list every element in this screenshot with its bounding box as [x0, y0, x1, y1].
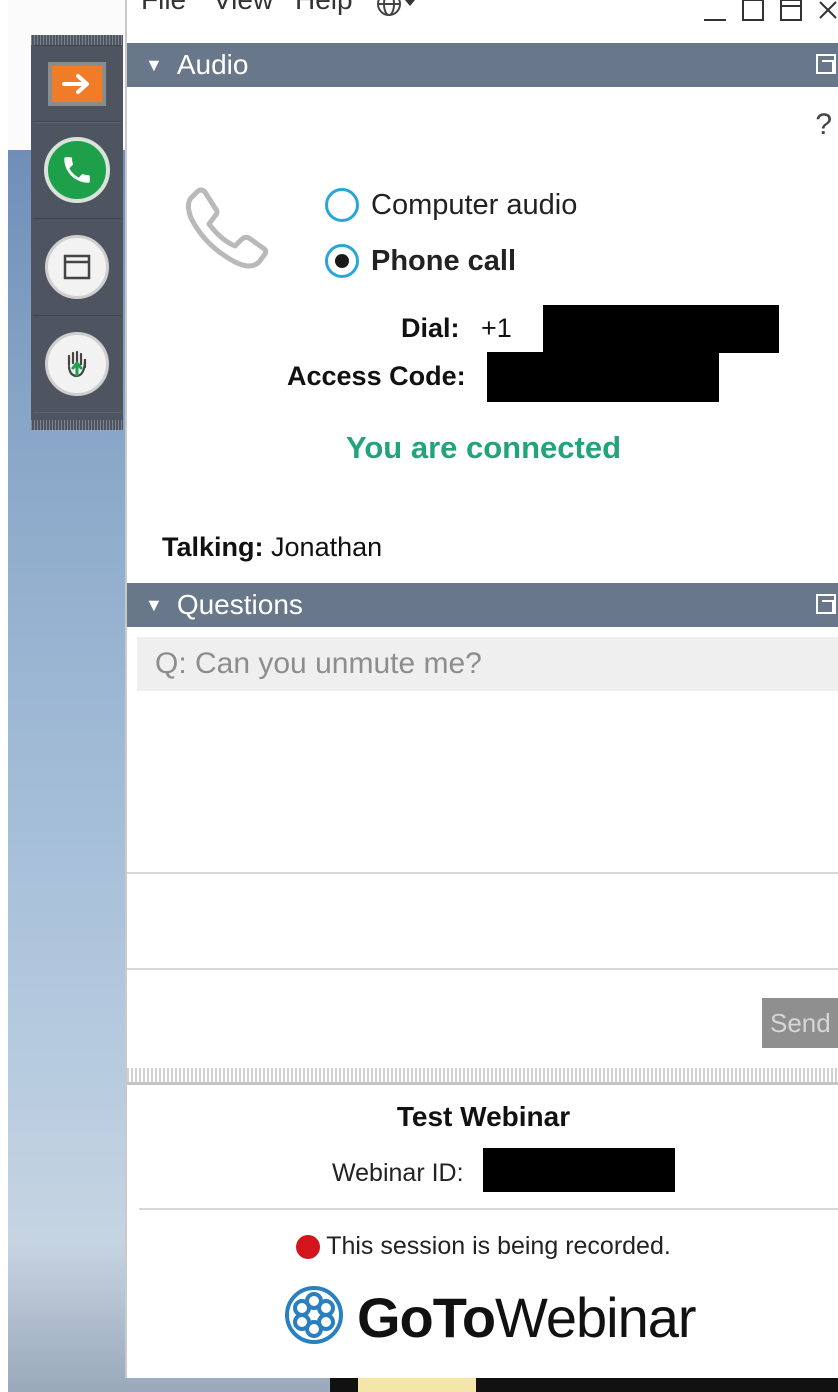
connection-status: You are connected: [345, 430, 622, 465]
recording-notice: This session is being recorded.: [127, 1232, 838, 1261]
collapse-caret-icon[interactable]: ▼: [145, 595, 163, 616]
minimize-icon[interactable]: [702, 0, 728, 30]
close-icon[interactable]: [816, 0, 838, 30]
session-info-footer: Test Webinar Webinar ID: This session is…: [127, 1085, 838, 1378]
help-icon[interactable]: ?: [815, 108, 832, 142]
control-panel-strip: [31, 35, 123, 430]
brand-wordmark: GoToWebinar: [357, 1286, 697, 1349]
resize-handle[interactable]: [127, 1068, 838, 1085]
phone-icon: [44, 137, 110, 203]
menu-view[interactable]: View: [213, 0, 273, 16]
arrow-right-icon: [48, 62, 106, 106]
menu-bar: File View Help: [127, 0, 838, 42]
snowflake-logo-icon: [285, 1286, 343, 1349]
access-code-row: Access Code:: [287, 361, 466, 392]
phone-call-option[interactable]: Phone call: [325, 244, 516, 278]
redacted-webinar-id: [483, 1148, 675, 1192]
audio-header-title: Audio: [176, 49, 249, 80]
desktop-edge: [0, 0, 8, 1392]
question-input[interactable]: [127, 874, 838, 968]
dial-prefix: +1: [481, 313, 512, 343]
restore-icon[interactable]: [740, 0, 766, 30]
window-icon: [45, 235, 109, 299]
phone-call-radio[interactable]: [325, 244, 359, 278]
recording-notice-text: This session is being recorded.: [326, 1232, 671, 1260]
gotowebinar-logo: GoToWebinar: [285, 1285, 697, 1350]
questions-section-header[interactable]: ▼ Questions: [127, 583, 838, 627]
audio-section-header[interactable]: ▼ Audio: [127, 43, 838, 87]
drag-grip[interactable]: [31, 35, 123, 45]
maximize-icon[interactable]: [778, 0, 804, 30]
phone-handset-icon: [179, 176, 289, 281]
redacted-access-code: [487, 352, 719, 402]
window-controls: [702, 0, 838, 30]
phone-call-label: Phone call: [371, 244, 517, 277]
computer-audio-option[interactable]: Computer audio: [325, 188, 577, 222]
divider: [139, 1208, 838, 1210]
webinar-id-label: Webinar ID:: [332, 1159, 464, 1187]
taskbar-item[interactable]: [358, 1378, 476, 1392]
webinar-title: Test Webinar: [396, 1101, 571, 1132]
webinar-control-panel: File View Help ▼ Audio ?: [125, 0, 838, 1378]
redacted-phone-number: [543, 305, 779, 353]
menu-file[interactable]: File: [141, 0, 186, 16]
access-code-label: Access Code:: [287, 361, 466, 391]
talking-indicator: Talking: Jonathan: [162, 532, 382, 563]
raise-hand-button[interactable]: [33, 315, 121, 413]
popout-icon[interactable]: [816, 594, 836, 614]
computer-audio-label: Computer audio: [371, 188, 578, 221]
talking-label: Talking:: [162, 532, 264, 562]
send-button[interactable]: Send: [762, 998, 838, 1048]
questions-header-title: Questions: [176, 589, 303, 620]
screen-view-button[interactable]: [33, 218, 121, 316]
drag-grip-bottom[interactable]: [31, 420, 123, 430]
raise-hand-icon: [45, 332, 109, 396]
popout-icon[interactable]: [816, 54, 836, 74]
recording-dot-icon: [296, 1234, 321, 1259]
audio-toggle-button[interactable]: [33, 121, 121, 219]
collapse-caret-icon[interactable]: ▼: [145, 55, 163, 76]
globe-icon[interactable]: [375, 0, 417, 25]
collapse-panel-button[interactable]: [33, 45, 121, 123]
computer-audio-radio[interactable]: [325, 188, 359, 222]
menu-help[interactable]: Help: [295, 0, 353, 16]
divider: [127, 968, 838, 970]
question-list-item[interactable]: Q: Can you unmute me?: [137, 637, 838, 691]
talking-name: Jonathan: [271, 532, 383, 562]
dial-row: Dial: +1: [401, 313, 512, 344]
dial-label: Dial:: [401, 313, 460, 343]
